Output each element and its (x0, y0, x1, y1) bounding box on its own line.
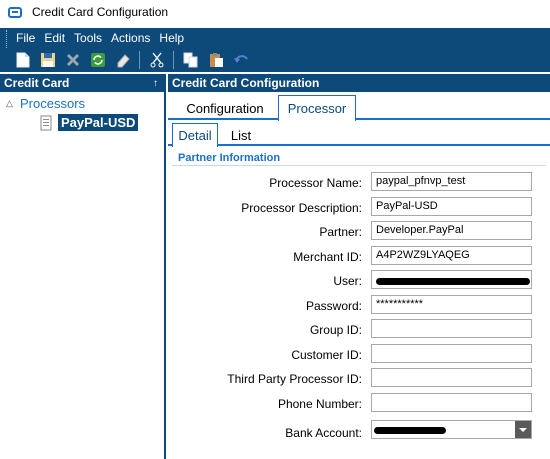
toolbar-separator (139, 51, 140, 69)
copy-icon[interactable] (182, 51, 200, 69)
sub-tabs: Detail List (168, 122, 550, 147)
tree-item-label: Processors (20, 96, 86, 111)
redaction-mark (374, 427, 446, 434)
menu-edit[interactable]: Edit (44, 31, 65, 45)
redaction-mark (376, 278, 530, 285)
user-field[interactable] (371, 270, 532, 289)
field-label: Third Party Processor ID: (227, 372, 362, 386)
menu-help[interactable]: Help (159, 31, 184, 45)
field-label: Password: (305, 299, 362, 313)
field-label: Merchant ID: (293, 250, 362, 264)
tree-item-paypal-usd[interactable]: PayPal-USD (40, 114, 139, 131)
field-label: Bank Account: (285, 426, 362, 440)
field-label: User: (333, 274, 362, 288)
cut-icon[interactable] (148, 51, 166, 69)
title-bar: Credit Card Configuration (0, 0, 550, 24)
field-label: Phone Number: (277, 397, 362, 411)
main-tabs: Configuration Processor (168, 92, 550, 121)
menu-file[interactable]: File (16, 31, 35, 45)
left-pane-header: Credit Card ↑ (0, 74, 164, 92)
partner-field[interactable]: Developer.PayPal (371, 221, 532, 240)
app-window: Credit Card Configuration File Edit Tool… (0, 0, 550, 459)
refresh-icon[interactable] (89, 51, 107, 69)
tab-configuration[interactable]: Configuration (178, 96, 272, 120)
tree-item-label: PayPal-USD (58, 114, 139, 131)
phone-number-field[interactable] (371, 393, 532, 412)
customer-id-field[interactable] (371, 344, 532, 363)
field-label: Customer ID: (291, 348, 362, 362)
toolbar (0, 48, 550, 72)
password-field[interactable]: *********** (371, 295, 532, 314)
right-pane-header: Credit Card Configuration (168, 74, 550, 92)
third-party-processor-id-field[interactable] (371, 368, 532, 387)
field-label: Processor Description: (241, 201, 362, 215)
group-id-field[interactable] (371, 319, 532, 338)
field-label: Group ID: (309, 323, 362, 337)
merchant-id-field[interactable]: A4P2WZ9LYAQEG (371, 246, 532, 265)
field-label: Processor Name: (269, 176, 362, 190)
save-icon[interactable] (39, 51, 57, 69)
toolbar-separator (173, 51, 174, 69)
window-title: Credit Card Configuration (32, 5, 169, 19)
bank-account-select[interactable] (371, 420, 532, 439)
new-icon[interactable] (14, 51, 32, 69)
chevron-down-icon[interactable] (515, 421, 531, 438)
left-pane-title: Credit Card (4, 76, 70, 90)
tab-list[interactable]: List (222, 124, 260, 146)
clear-icon[interactable] (114, 51, 132, 69)
tab-processor[interactable]: Processor (278, 95, 356, 121)
menu-bar: File Edit Tools Actions Help (0, 28, 550, 48)
menu-actions[interactable]: Actions (111, 31, 150, 45)
section-divider (172, 165, 546, 166)
tree-item-processors[interactable]: △ Processors (6, 96, 85, 111)
processor-description-field[interactable]: PayPal-USD (371, 197, 532, 216)
section-title: Partner Information (178, 152, 281, 164)
undo-icon[interactable] (232, 51, 250, 69)
tree-collapse-icon[interactable]: △ (6, 98, 20, 109)
tab-detail[interactable]: Detail (172, 123, 218, 147)
app-icon (8, 6, 22, 18)
processor-name-field[interactable]: paypal_pfnvp_test (371, 172, 532, 191)
delete-icon[interactable] (64, 51, 82, 69)
paste-icon[interactable] (207, 51, 225, 69)
pin-icon[interactable]: ↑ (153, 78, 158, 89)
field-label: Partner: (319, 225, 362, 239)
menu-tools[interactable]: Tools (74, 31, 102, 45)
right-pane: Credit Card Configuration Configuration … (168, 74, 550, 459)
processor-icon (40, 115, 54, 131)
left-pane: Credit Card ↑ △ Processors PayPal-USD (0, 74, 166, 459)
